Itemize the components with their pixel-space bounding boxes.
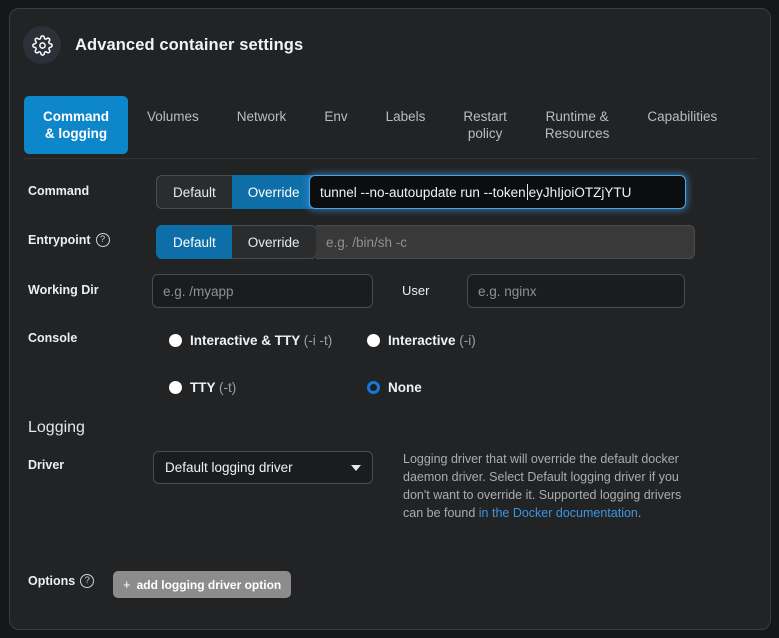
question-mark-icon[interactable]: ? [80,574,95,588]
page-title: Advanced container settings [75,35,304,54]
dialog-header: Advanced container settings [10,9,303,64]
options-label: Options ? [28,574,95,588]
console-option-label: Interactive & TTY (-i -t) [190,333,333,348]
docker-documentation-link[interactable]: in the Docker documentation [479,506,638,520]
logging-driver-select[interactable]: Default logging driver [153,451,373,484]
add-logging-driver-option-button[interactable]: + add logging driver option [113,571,292,598]
radio-icon [169,334,182,347]
radio-icon [367,334,380,347]
gear-icon [23,26,61,64]
command-mode-toggle: Default Override [156,175,317,209]
command-input-value-before: tunnel --no-autoupdate run --token [320,184,526,200]
add-logging-driver-option-label: add logging driver option [136,577,282,592]
console-option-interactive[interactable]: Interactive (-i) [367,331,547,350]
command-default-button[interactable]: Default [156,175,232,209]
question-mark-icon[interactable]: ? [95,233,110,247]
tab-network[interactable]: Network [218,96,306,137]
entrypoint-default-button[interactable]: Default [156,225,232,259]
logging-section-title: Logging [28,419,85,436]
entrypoint-override-button[interactable]: Override [231,225,317,259]
entrypoint-mode-toggle: Default Override [156,225,317,259]
user-input[interactable]: e.g. nginx [467,274,685,308]
working-dir-input[interactable]: e.g. /myapp [152,274,373,308]
tab-labels[interactable]: Labels [367,96,445,137]
tab-restart-policy[interactable]: Restart policy [444,96,526,154]
plus-icon: + [123,577,131,592]
tab-runtime-resources[interactable]: Runtime & Resources [526,96,629,154]
console-option-label: TTY (-t) [190,380,237,395]
console-option-interactive-tty[interactable]: Interactive & TTY (-i -t) [169,331,339,350]
logging-driver-help-text: Logging driver that will override the de… [403,450,691,522]
text-caret [526,184,528,200]
chevron-down-icon [351,464,361,471]
entrypoint-input[interactable]: e.g. /bin/sh -c [316,225,695,259]
command-override-button[interactable]: Override [231,175,317,209]
radio-icon [169,381,182,394]
tab-command-logging[interactable]: Command & logging [24,96,129,154]
working-dir-label: Working Dir [28,283,99,297]
advanced-container-settings-card: Advanced container settings Command & lo… [9,8,771,630]
driver-label: Driver [28,458,65,472]
help-text-part2: . [637,506,642,520]
console-option-label: None [388,380,422,395]
command-input-value-after: eyJhIjoiOTZjYTU [528,184,632,200]
console-option-label: Interactive (-i) [388,333,476,348]
console-label: Console [28,331,78,345]
command-input[interactable]: tunnel --no-autoupdate run --token eyJhI… [309,175,686,209]
entrypoint-label: Entrypoint ? [28,233,110,247]
logging-driver-value: Default logging driver [165,460,293,475]
command-label: Command [28,184,90,198]
tab-env[interactable]: Env [305,96,366,137]
console-option-none[interactable]: None [367,378,547,397]
settings-tabs: Command & logging Volumes Network Env La… [24,96,758,159]
entrypoint-label-text: Entrypoint [28,233,91,247]
options-label-text: Options [28,574,76,588]
console-option-tty[interactable]: TTY (-t) [169,378,339,397]
radio-icon-selected [367,381,380,394]
tab-capabilities[interactable]: Capabilities [628,96,736,137]
user-label: User [402,283,430,298]
tab-volumes[interactable]: Volumes [128,96,218,137]
